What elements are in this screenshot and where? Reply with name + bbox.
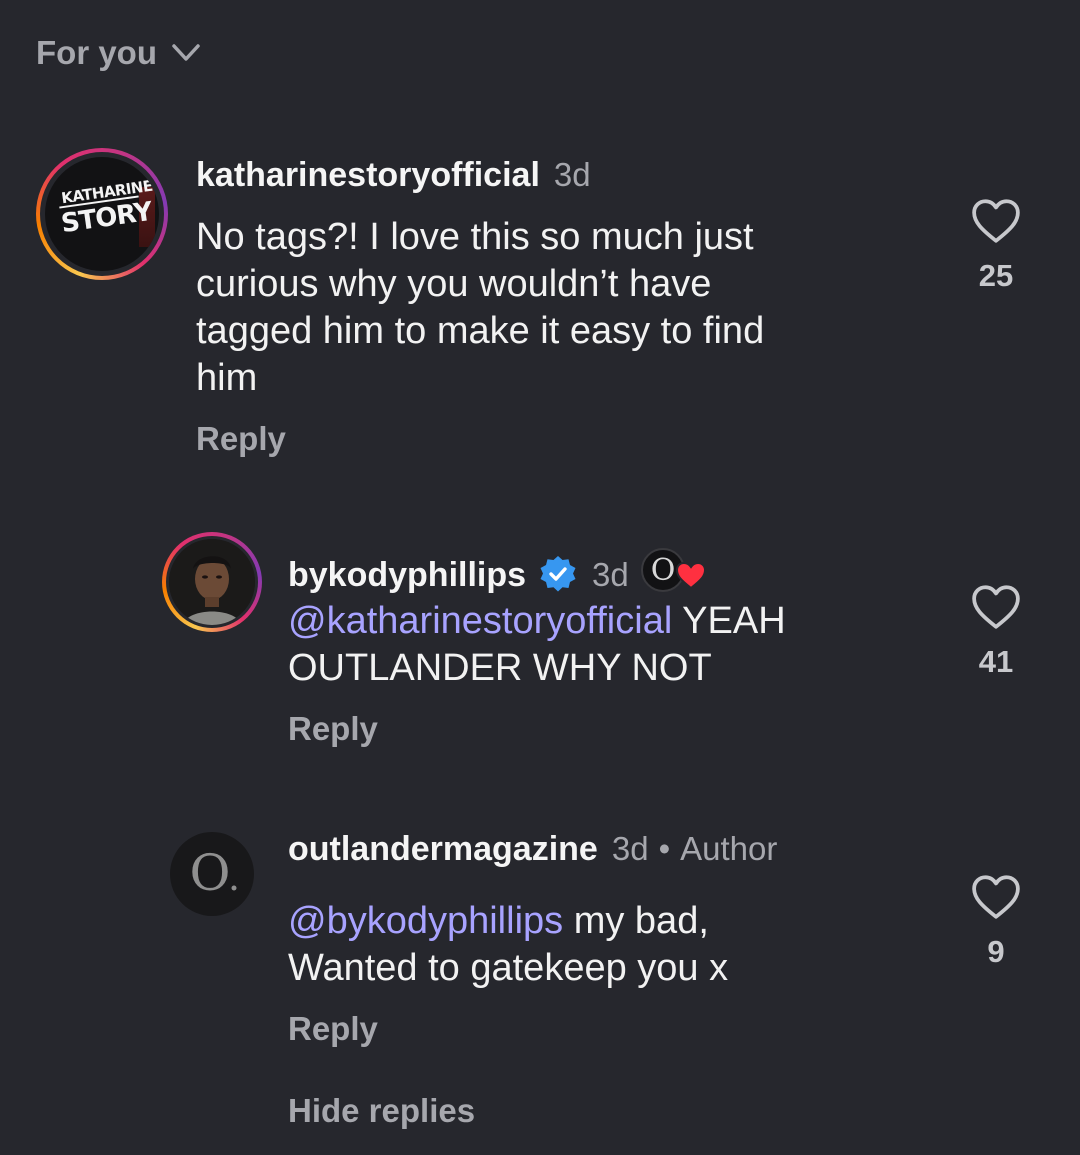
author-label: Author	[680, 830, 778, 867]
comment-header: katharinestoryofficial 3d	[196, 156, 591, 195]
comment-text: @bykodyphillips my bad, Wanted to gateke…	[288, 900, 729, 989]
chevron-down-icon	[172, 44, 200, 61]
username[interactable]: bykodyphillips	[288, 556, 526, 595]
timestamp: 3d	[611, 830, 649, 867]
heart-outline-icon	[972, 199, 1020, 243]
svg-text:O: O	[650, 553, 675, 588]
avatar[interactable]	[162, 532, 262, 632]
username[interactable]: katharinestoryofficial	[196, 156, 540, 195]
avatar-photo	[169, 539, 255, 625]
verified-badge-icon	[540, 556, 576, 592]
reply-button[interactable]: Reply	[288, 710, 378, 748]
comment-text: @katharinestoryofficial YEAH OUTLANDER W…	[288, 600, 786, 689]
avatar[interactable]: KATHARINE STORY	[36, 148, 168, 280]
sort-label: For you	[36, 34, 157, 71]
like-button[interactable]: 41	[966, 584, 1026, 680]
sort-dropdown[interactable]: For you	[36, 34, 201, 72]
reply-button[interactable]: Reply	[196, 420, 286, 458]
heart-outline-icon	[972, 585, 1020, 629]
comment-text: No tags?! I love this so much just curio…	[196, 216, 765, 399]
heart-outline-icon	[972, 875, 1020, 919]
timestamp: 3d	[553, 156, 591, 193]
separator-dot: •	[658, 830, 671, 867]
comment-header: outlandermagazine 3d • Author	[288, 830, 777, 869]
hide-replies-button[interactable]: Hide replies	[288, 1092, 475, 1130]
avatar[interactable]: O	[170, 832, 254, 916]
comments-screen: For you KATHARINE STORY katharinestoryof…	[0, 0, 1080, 1155]
svg-text:O: O	[190, 844, 231, 902]
like-count: 9	[987, 934, 1005, 969]
timestamp: 3d	[592, 556, 629, 593]
mention-link[interactable]: @katharinestoryofficial	[288, 600, 672, 642]
mention-link[interactable]: @bykodyphillips	[288, 900, 563, 942]
liked-by-creator-heart-icon: O	[640, 548, 706, 592]
reply-button[interactable]: Reply	[288, 1010, 378, 1048]
like-count: 41	[978, 644, 1014, 679]
like-count: 25	[978, 258, 1014, 293]
liked-by-author-badge: O	[640, 548, 709, 594]
like-button[interactable]: 25	[966, 198, 1026, 294]
username[interactable]: outlandermagazine	[288, 830, 598, 869]
like-button[interactable]: 9	[966, 874, 1026, 970]
comment-header: bykodyphillips 3d O	[288, 540, 709, 595]
outlander-logo-icon: O	[190, 844, 237, 902]
